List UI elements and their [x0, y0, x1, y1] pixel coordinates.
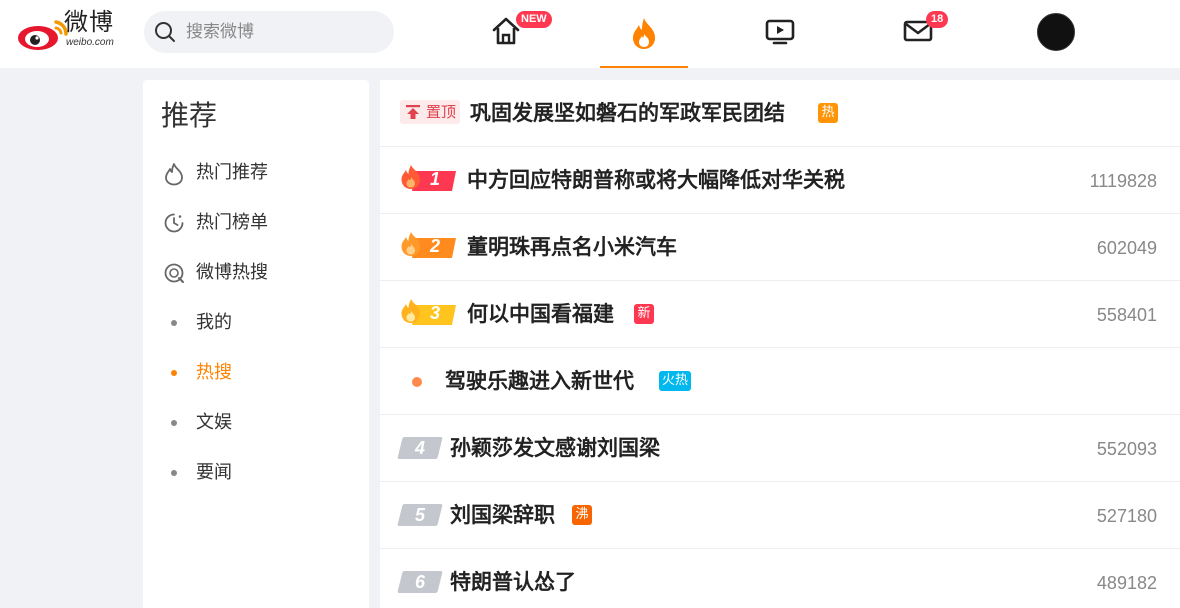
search-input[interactable] [186, 17, 382, 47]
pinned-label: 置顶 [426, 103, 457, 121]
sidebar-sub-mine[interactable]: 我的 [171, 308, 341, 338]
hot-tag: 热 [818, 103, 838, 123]
rank-badge-3: 3 [400, 297, 458, 329]
promoted-row[interactable]: 驾驶乐趣进入新世代 火热 [380, 348, 1180, 415]
search-icon [155, 22, 175, 42]
bullet-dot [171, 320, 177, 326]
row-title[interactable]: 董明珠再点名小米汽车 [467, 233, 677, 261]
row-title[interactable]: 孙颖莎发文感谢刘国梁 [450, 434, 660, 462]
table-row[interactable]: 2 董明珠再点名小米汽车 602049 [380, 214, 1180, 281]
rank-number: 1 [430, 169, 441, 189]
rank-number: 3 [430, 303, 441, 323]
promo-dot [412, 377, 422, 387]
flame-outline-icon [165, 163, 183, 186]
sidebar-item-weibo-hot-search[interactable]: 微博热搜 [163, 258, 353, 288]
heat-count: 489182 [1096, 573, 1157, 593]
nav-hot-button[interactable] [600, 0, 688, 68]
row-title[interactable]: 刘国梁辞职 [450, 501, 555, 529]
rank-number: 6 [414, 572, 425, 592]
boiling-tag: 沸 [572, 505, 592, 525]
table-row[interactable]: 6 特朗普认怂了 489182 [380, 549, 1180, 608]
heat-count: 602049 [1096, 238, 1157, 258]
bullet-dot [171, 370, 177, 376]
rank-badge-1: 1 [400, 163, 458, 195]
bullet-dot [171, 470, 177, 476]
sidebar-sub-label: 热搜 [196, 362, 232, 383]
pin-top-icon [406, 105, 420, 119]
fire-rank-icon [401, 165, 456, 191]
search-circle-icon [164, 263, 184, 283]
logo-domain: weibo.com [66, 37, 114, 48]
search-box[interactable] [144, 11, 394, 53]
nav-messages-button[interactable]: 18 [874, 0, 962, 68]
sidebar-sub-label: 文娱 [196, 412, 232, 433]
heat-count: 527180 [1096, 506, 1157, 526]
table-row[interactable]: 5 刘国梁辞职 沸 527180 [380, 482, 1180, 549]
user-avatar[interactable] [1037, 13, 1075, 51]
row-title[interactable]: 巩固发展坚如磐石的军政军民团结 [470, 99, 785, 127]
bullet-dot [171, 420, 177, 426]
nav-home-button[interactable]: NEW [462, 0, 552, 68]
clock-outline-icon [164, 213, 184, 233]
sidebar-item-label: 微博热搜 [196, 262, 268, 283]
heat-count: 552093 [1096, 439, 1157, 459]
new-tag: 新 [634, 304, 654, 324]
fire-rank-icon [401, 232, 456, 258]
row-title[interactable]: 何以中国看福建 [467, 300, 614, 328]
table-row[interactable]: 1 中方回应特朗普称或将大幅降低对华关税 1119828 [380, 147, 1180, 214]
flame-icon [633, 18, 655, 49]
row-title[interactable]: 中方回应特朗普称或将大幅降低对华关税 [467, 166, 845, 194]
table-row[interactable]: 3 何以中国看福建 新 558401 [380, 281, 1180, 348]
left-sidebar: 推荐 热门推荐 热门榜单 微博热搜 我的 热搜 文娱 要闻 [143, 80, 369, 608]
top-nav-bar: 微博 weibo.com NEW [0, 0, 1180, 68]
sidebar-sub-label: 要闻 [196, 462, 232, 483]
nav-video-button[interactable] [736, 0, 824, 68]
sidebar-sub-news[interactable]: 要闻 [171, 458, 341, 488]
rank-badge-2: 2 [400, 230, 458, 262]
logo-text: 微博 [64, 8, 114, 36]
fire-rank-icon [401, 299, 456, 325]
heat-count: 1119828 [1089, 171, 1157, 191]
row-title[interactable]: 特朗普认怂了 [450, 568, 576, 596]
fire-hot-tag: 火热 [659, 371, 692, 391]
sidebar-title: 推荐 [161, 99, 218, 132]
heat-count: 558401 [1096, 305, 1157, 325]
table-row[interactable]: 4 孙颖莎发文感谢刘国梁 552093 [380, 415, 1180, 482]
sidebar-sub-entertainment[interactable]: 文娱 [171, 408, 341, 438]
sidebar-item-label: 热门榜单 [196, 212, 268, 233]
row-title[interactable]: 驾驶乐趣进入新世代 [445, 367, 634, 395]
rank-number: 4 [414, 438, 425, 458]
sidebar-item-hot-recommend[interactable]: 热门推荐 [163, 158, 353, 188]
sidebar-item-hot-rankings[interactable]: 热门榜单 [163, 208, 353, 238]
rank-number: 5 [414, 505, 425, 525]
hot-search-list: 置顶 巩固发展坚如磐石的军政军民团结 热 1 中方回应特朗普称或将大幅降低对华关… [380, 80, 1180, 608]
pinned-badge: 置顶 [400, 100, 460, 124]
new-badge: NEW [516, 11, 552, 28]
sidebar-sub-label: 我的 [196, 312, 232, 333]
pinned-row[interactable]: 置顶 巩固发展坚如磐石的军政军民团结 热 [380, 80, 1180, 147]
rank-number: 2 [430, 236, 441, 256]
sidebar-item-label: 热门推荐 [196, 162, 268, 183]
message-count-badge: 18 [926, 11, 949, 28]
sidebar-sub-hot-search[interactable]: 热搜 [171, 358, 341, 388]
video-icon [765, 19, 795, 45]
